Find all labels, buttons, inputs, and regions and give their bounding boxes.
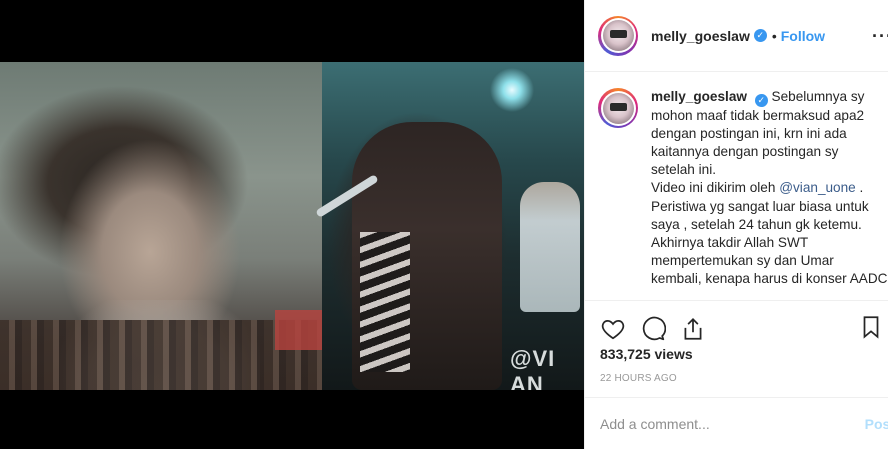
avatar-image bbox=[602, 20, 634, 51]
scene-red-block bbox=[275, 310, 322, 350]
caption-line: . bbox=[855, 180, 864, 196]
comment-bubble-icon bbox=[642, 316, 666, 340]
author-username[interactable]: melly_goeslaw bbox=[651, 28, 750, 44]
comment-button[interactable] bbox=[639, 315, 667, 343]
bookmark-icon bbox=[863, 316, 879, 339]
caption-author-avatar[interactable] bbox=[598, 88, 638, 128]
post-media[interactable]: @VI AN bbox=[0, 0, 584, 449]
post-side-panel: melly_goeslaw ✓ • Follow ··· melly_goesl… bbox=[584, 0, 888, 449]
video-player[interactable]: @VI AN bbox=[0, 62, 584, 390]
comment-form: Post bbox=[585, 397, 888, 449]
share-button[interactable] bbox=[679, 315, 707, 343]
share-icon bbox=[684, 317, 702, 340]
heart-icon bbox=[601, 319, 625, 339]
post-timestamp[interactable]: 22 HOURS AGO bbox=[600, 373, 677, 384]
post-header: melly_goeslaw ✓ • Follow ··· bbox=[585, 0, 888, 72]
caption-line: mempertemukan sy dan Umar bbox=[651, 253, 834, 269]
video-scene-stage: @VI AN bbox=[315, 62, 584, 390]
caption-text: melly_goeslaw ✓ Sebelumnya sy mohon maaf… bbox=[651, 88, 888, 299]
caption-line: Sebelumnya sy bbox=[771, 89, 865, 104]
caption-line: Video ini dikirim oleh bbox=[651, 180, 780, 196]
scene-crowd bbox=[0, 320, 322, 390]
caption-line: saya , setelah 24 tahun gk ketemu. bbox=[651, 216, 862, 232]
action-bar bbox=[585, 300, 888, 346]
post-caption: melly_goeslaw ✓ Sebelumnya sy mohon maaf… bbox=[585, 72, 888, 299]
scene-striped-outfit bbox=[360, 232, 410, 372]
caption-username[interactable]: melly_goeslaw bbox=[651, 89, 747, 104]
author-avatar[interactable] bbox=[598, 15, 638, 56]
verified-badge-icon: ✓ bbox=[753, 29, 767, 42]
video-watermark: @VI AN bbox=[510, 346, 556, 390]
post-comment-button[interactable]: Post bbox=[865, 416, 888, 432]
more-options-icon[interactable]: ··· bbox=[872, 26, 888, 47]
separator-dot: • bbox=[771, 27, 777, 44]
caption-line: mohon maaf tidak bermaksud apa2 bbox=[651, 107, 865, 123]
like-button[interactable] bbox=[599, 315, 627, 343]
verified-badge-icon: ✓ bbox=[754, 93, 768, 107]
caption-line: Peristiwa yg sangat luar biasa untuk bbox=[651, 198, 869, 214]
save-button[interactable] bbox=[857, 313, 885, 341]
comment-input[interactable] bbox=[600, 415, 850, 432]
video-scene-portrait bbox=[0, 62, 322, 390]
caption-line: dengan postingan ini, krn ini ada bbox=[651, 125, 847, 141]
caption-line: setelah ini. bbox=[651, 162, 716, 178]
avatar-image bbox=[602, 92, 634, 124]
caption-line: kembali, kenapa harus di konser AADC bbox=[651, 271, 888, 287]
caption-line: kaitannya dengan postingan sy bbox=[651, 144, 839, 159]
scene-musician bbox=[520, 182, 580, 312]
caption-line: Akhirnya takdir Allah SWT bbox=[651, 235, 809, 251]
view-count[interactable]: 833,725 views bbox=[600, 346, 693, 362]
follow-button[interactable]: Follow bbox=[781, 28, 825, 44]
mention-link[interactable]: @vian_uone bbox=[779, 180, 856, 195]
